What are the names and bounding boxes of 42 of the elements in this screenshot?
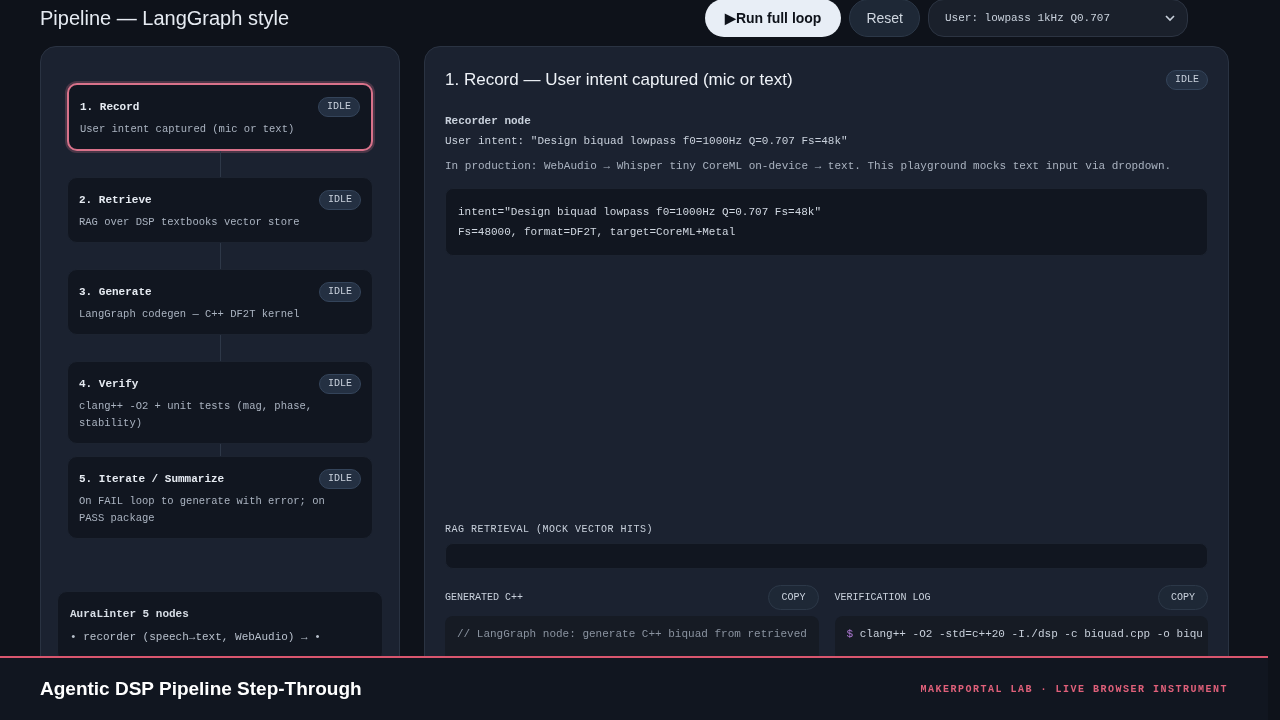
section-label: VERIFICATION LOG bbox=[834, 590, 931, 605]
status-badge: IDLE bbox=[319, 469, 361, 489]
pipeline-node[interactable]: 4. Verify IDLE clang++ -O2 + unit tests (mag, phase, stability) bbox=[67, 361, 373, 444]
code-line: // LangGraph node: generate C++ biquad from retrieved bbox=[457, 626, 808, 642]
page-title: Pipeline — LangGraph style bbox=[40, 6, 290, 31]
intent-code-block: intent="Design biquad lowpass f0=1000Hz Q=0.707 Fs=48k" Fs=48000, format=DF2T, target=CoreML+Metal bbox=[445, 187, 1208, 256]
node-description: LangGraph codegen — C++ DF2T kernel bbox=[79, 307, 301, 322]
node-title: 2. Retrieve bbox=[79, 192, 152, 208]
run-button[interactable]: ▶Run full loop bbox=[704, 0, 842, 37]
note-text: In production: WebAudio → Whisper tiny CoreML on-device → text. This playground mocks text input via dropdown. bbox=[445, 158, 1173, 174]
pipeline-node[interactable]: 1. Record IDLE User intent captured (mic or text) bbox=[67, 83, 373, 151]
section-label: GENERATED C++ bbox=[445, 590, 523, 605]
info-line: • recorder (speech→text, WebAudio) → • bbox=[70, 629, 322, 645]
chevron-down-icon bbox=[1165, 13, 1175, 23]
pipeline-node[interactable]: 2. Retrieve IDLE RAG over DSP textbooks vector store bbox=[67, 177, 373, 243]
log-line: $ clang++ -O2 -std=c++20 -I./dsp -c biquad.cpp -o biqu bbox=[846, 626, 1204, 642]
footer-title: Agentic DSP Pipeline Step-Through bbox=[40, 676, 362, 701]
copy-button[interactable]: COPY bbox=[768, 584, 819, 610]
node-description: clang++ -O2 + unit tests (mag, phase, stability) bbox=[79, 399, 314, 431]
node-title: 5. Iterate / Summarize bbox=[79, 471, 225, 487]
copy-button[interactable]: COPY bbox=[1158, 584, 1208, 610]
rag-label: RAG RETRIEVAL (MOCK VECTOR HITS) bbox=[445, 522, 655, 537]
node-description: User intent captured (mic or text) bbox=[80, 122, 296, 137]
reset-button[interactable]: Reset bbox=[849, 0, 920, 37]
node-description: RAG over DSP textbooks vector store bbox=[79, 215, 301, 230]
footer-tagline: MAKERPORTAL LAB · LIVE BROWSER INSTRUMENT bbox=[920, 682, 1228, 697]
status-badge: IDLE bbox=[318, 97, 360, 117]
status-badge: IDLE bbox=[1166, 69, 1208, 90]
node-description: On FAIL loop to generate with error; on PASS package bbox=[79, 494, 326, 526]
status-badge: IDLE bbox=[319, 190, 361, 210]
pipeline-node[interactable]: 5. Iterate / Summarize IDLE On FAIL loop to generate with error; on PASS package bbox=[67, 456, 373, 539]
status-badge: IDLE bbox=[319, 374, 361, 394]
detail-title: 1. Record — User intent captured (mic or text) bbox=[445, 69, 793, 91]
info-title: AuraLinter 5 nodes bbox=[70, 607, 190, 622]
node-subtitle: Recorder node bbox=[445, 113, 532, 129]
scenario-select[interactable]: User: lowpass 1kHz Q0.707 bbox=[928, 0, 1188, 37]
pipeline-node[interactable]: 3. Generate IDLE LangGraph codegen — C++ DF2T kernel bbox=[67, 269, 373, 335]
intent-text: User intent: "Design biquad lowpass f0=1000Hz Q=0.707 Fs=48k" bbox=[445, 134, 849, 149]
status-badge: IDLE bbox=[319, 282, 361, 302]
node-title: 1. Record bbox=[80, 99, 140, 115]
node-title: 3. Generate bbox=[79, 284, 152, 300]
node-title: 4. Verify bbox=[79, 376, 139, 392]
